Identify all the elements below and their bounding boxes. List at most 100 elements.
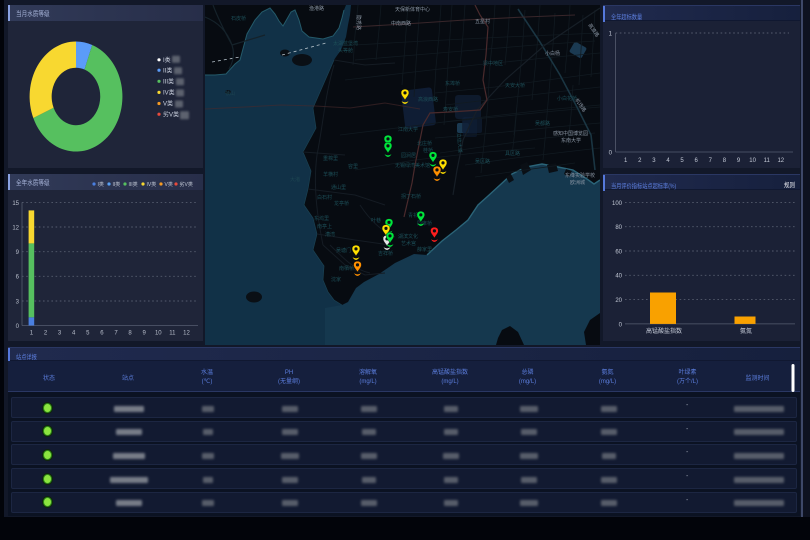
svg-text:9: 9 (143, 331, 147, 337)
svg-text:隐秀路: 隐秀路 (355, 15, 362, 30)
svg-text:吴区路: 吴区路 (475, 158, 490, 165)
svg-text:具区路: 具区路 (505, 150, 520, 157)
svg-text:5: 5 (86, 331, 90, 337)
svg-text:通山里: 通山里 (331, 184, 346, 191)
svg-text:12: 12 (183, 331, 190, 337)
svg-text:5: 5 (680, 158, 684, 164)
svg-text:1: 1 (624, 158, 628, 164)
svg-text:高锰酸盐指数: 高锰酸盐指数 (646, 327, 682, 335)
svg-text:溶解氧: 溶解氧 (359, 368, 377, 376)
svg-text:6: 6 (100, 331, 104, 337)
svg-text:40: 40 (615, 274, 622, 280)
svg-text:总磷: 总磷 (521, 368, 533, 376)
svg-text:3: 3 (16, 299, 20, 305)
svg-text:III类: III类 (163, 78, 174, 86)
svg-text:容里: 容里 (348, 163, 358, 170)
svg-text:7: 7 (114, 331, 118, 337)
svg-text:2: 2 (638, 158, 642, 164)
svg-text:氨氮: 氨氮 (601, 368, 613, 376)
svg-text:江南大学: 江南大学 (398, 126, 418, 133)
svg-text:0: 0 (609, 150, 613, 156)
svg-text:薛家里: 薛家里 (417, 246, 432, 253)
svg-text:9: 9 (16, 250, 20, 256)
svg-text:高浪西路: 高浪西路 (418, 96, 438, 103)
svg-text:羊横村: 羊横村 (323, 171, 338, 178)
svg-text:无锡绿湾美术馆: 无锡绿湾美术馆 (395, 162, 430, 169)
svg-text:3: 3 (652, 158, 656, 164)
svg-text:(mg/L): (mg/L) (359, 379, 376, 385)
svg-text:10: 10 (749, 158, 756, 164)
svg-text:拐丁石桥: 拐丁石桥 (401, 193, 421, 200)
svg-text:石皮桥: 石皮桥 (231, 15, 246, 22)
svg-text:青祁: 青祁 (408, 212, 418, 219)
svg-text:8: 8 (128, 331, 132, 337)
svg-text:北庄桥: 北庄桥 (417, 140, 432, 147)
svg-text:II类: II类 (113, 181, 121, 188)
svg-text:五星村: 五星村 (475, 18, 490, 25)
svg-text:II类: II类 (163, 66, 172, 74)
svg-text:东南大学: 东南大学 (561, 137, 581, 144)
svg-text:9: 9 (737, 158, 741, 164)
svg-text:渔港路: 渔港路 (309, 5, 324, 12)
svg-text:(℃): (℃) (202, 379, 213, 385)
svg-text:10: 10 (155, 331, 162, 337)
svg-text:V类: V类 (163, 100, 173, 108)
svg-text:4: 4 (72, 331, 76, 337)
svg-text:V类: V类 (165, 181, 173, 188)
svg-text:中南西路: 中南西路 (391, 20, 411, 27)
svg-text:3: 3 (58, 331, 62, 337)
svg-text:(mg/L): (mg/L) (599, 379, 616, 385)
svg-text:犊山: 犊山 (225, 90, 235, 97)
svg-text:7: 7 (709, 158, 713, 164)
svg-text:梁中地区: 梁中地区 (483, 60, 503, 67)
svg-text:站点: 站点 (122, 374, 134, 382)
svg-text:天安大桥: 天安大桥 (505, 82, 525, 89)
svg-text:小白杨: 小白杨 (545, 50, 560, 57)
svg-text:0: 0 (619, 322, 623, 328)
svg-text:东坞里: 东坞里 (314, 215, 329, 222)
svg-text:水温: 水温 (201, 368, 213, 376)
svg-text:高锰酸盐指数: 高锰酸盐指数 (432, 368, 468, 376)
svg-text:1: 1 (30, 331, 34, 337)
svg-text:湖滨文化: 湖滨文化 (398, 233, 418, 240)
svg-text:(mg/L): (mg/L) (519, 379, 536, 385)
svg-text:漕湾: 漕湾 (325, 231, 335, 238)
svg-text:叶巷: 叶巷 (371, 217, 381, 224)
svg-text:监测时间: 监测时间 (745, 374, 769, 382)
svg-text:12: 12 (777, 158, 784, 164)
svg-text:IV类: IV类 (147, 181, 157, 188)
svg-text:I类: I类 (98, 181, 104, 188)
svg-text:白石村: 白石村 (317, 194, 332, 201)
svg-text:6: 6 (16, 275, 20, 281)
svg-text:东绛实验学校: 东绛实验学校 (565, 172, 595, 179)
svg-text:南栖桥: 南栖桥 (339, 265, 354, 272)
svg-text:龙亭桥: 龙亭桥 (334, 200, 349, 207)
svg-text:0: 0 (16, 324, 20, 330)
svg-text:(无量纲): (无量纲) (278, 377, 300, 385)
svg-text:劣V类: 劣V类 (180, 181, 193, 188)
svg-text:沈家: 沈家 (331, 276, 341, 283)
svg-text:100: 100 (612, 201, 623, 207)
svg-text:状态: 状态 (43, 374, 55, 382)
svg-text:12: 12 (12, 225, 19, 231)
svg-text:叶绿素: 叶绿素 (678, 368, 696, 376)
svg-text:III类: III类 (129, 181, 138, 188)
svg-text:天保新体育中心: 天保新体育中心 (395, 6, 430, 13)
svg-text:15: 15 (12, 201, 19, 207)
svg-text:4: 4 (666, 158, 670, 164)
svg-text:20: 20 (615, 298, 622, 304)
svg-text:感知中国博览园: 感知中国博览园 (553, 130, 588, 137)
svg-text:(mg/L): (mg/L) (441, 379, 458, 385)
svg-text:11: 11 (169, 331, 176, 337)
svg-text:劣V类: 劣V类 (163, 110, 179, 118)
svg-text:大渚: 大渚 (290, 176, 300, 183)
svg-text:6: 6 (695, 158, 699, 164)
svg-text:PH: PH (285, 370, 293, 376)
svg-text:东埠桥: 东埠桥 (445, 80, 460, 87)
svg-text:重棉里: 重棉里 (323, 155, 338, 162)
svg-text:太湖蓝堡湾: 太湖蓝堡湾 (333, 40, 358, 47)
svg-text:11: 11 (764, 158, 771, 164)
svg-text:IV类: IV类 (163, 89, 175, 97)
svg-text:吴都路: 吴都路 (535, 120, 550, 127)
svg-text:头等舱: 头等舱 (338, 47, 353, 54)
